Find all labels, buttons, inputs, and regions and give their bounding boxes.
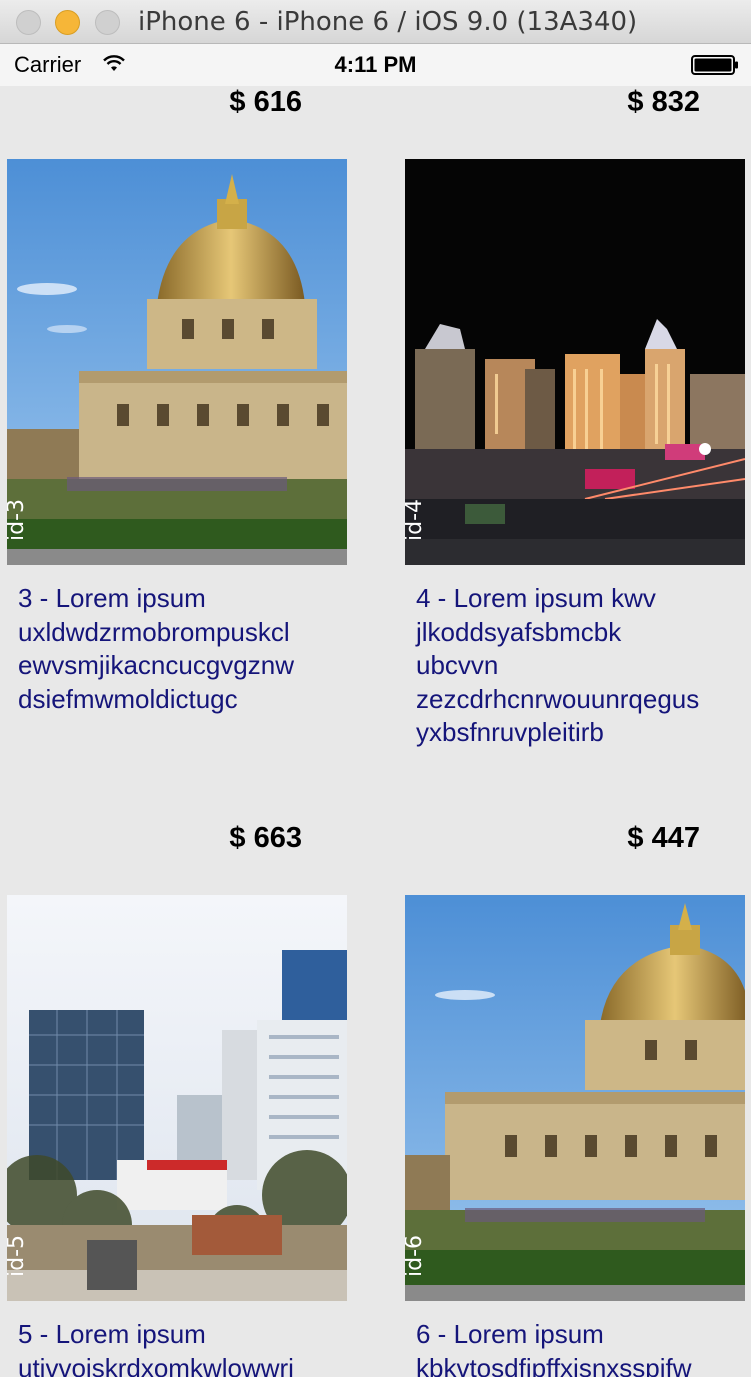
window-title: iPhone 6 - iPhone 6 / iOS 9.0 (13A340) (138, 7, 638, 37)
description-line: ubcvvn (416, 650, 499, 680)
description-line: kbkvtosdfipffxisnxsspifw (416, 1352, 692, 1377)
price-label: $ 616 (229, 86, 302, 118)
product-photo[interactable]: id-4 (405, 159, 745, 565)
dome-building-image (405, 895, 745, 1301)
window-close-button[interactable] (16, 10, 41, 35)
description-line: 6 - Lorem ipsum (416, 1319, 604, 1349)
price-label: $ 832 (627, 86, 700, 118)
night-skyline-image (405, 159, 745, 565)
ios-status-bar: Carrier 4:11 PM (0, 44, 751, 86)
price-label: $ 447 (627, 822, 700, 854)
product-photo[interactable]: id-5 (7, 895, 347, 1301)
description-line: uxldwdzrmobrompuskcl (18, 616, 290, 647)
description-line: utivvoiskrdxomkwlowwri (18, 1352, 294, 1377)
window-minimize-button[interactable] (55, 10, 80, 35)
image-id-label: id-3 (7, 498, 29, 541)
product-description: 3 - Lorem ipsum uxldwdzrmobrompuskcl ewv… (18, 582, 348, 716)
product-description: 6 - Lorem ipsum kbkvtosdfipffxisnxsspifw (416, 1318, 746, 1377)
description-line: 5 - Lorem ipsum (18, 1319, 206, 1349)
image-id-label: id-5 (7, 1234, 29, 1277)
product-card[interactable]: $ 447 id-6 6 - Lorem ipsum kbkvtosdfipff… (405, 822, 750, 1377)
description-line: 4 - Lorem ipsum kwv (416, 583, 656, 613)
simulator-title-bar: iPhone 6 - iPhone 6 / iOS 9.0 (13A340) (0, 0, 751, 44)
office-towers-image (7, 895, 347, 1301)
price-label: $ 663 (229, 822, 302, 854)
product-grid[interactable]: $ 616 id-3 3 - Lorem ipsum uxldwdzrmobro… (0, 86, 751, 1377)
window-zoom-button[interactable] (95, 10, 120, 35)
product-card[interactable]: $ 663 id-5 5 - Lorem ipsum utivvoiskrdxo… (7, 822, 352, 1377)
description-line: ewvsmjikacncucgvgznw (18, 650, 294, 680)
description-line: yxbsfnruvpleitirb (416, 717, 604, 747)
product-description: 5 - Lorem ipsum utivvoiskrdxomkwlowwri (18, 1318, 348, 1377)
product-card[interactable]: $ 832 id-4 4 - Lorem ipsum kwv jlkoddsya… (405, 86, 750, 747)
dome-building-image (7, 159, 347, 565)
description-line: dsiefmwmoldictugc (18, 683, 238, 714)
description-line: zezcdrhcnrwouunrqegus (416, 683, 700, 714)
product-photo[interactable]: id-6 (405, 895, 745, 1301)
status-time: 4:11 PM (334, 52, 417, 77)
description-line: jlkoddsyafsbmcbk (416, 616, 622, 647)
product-photo[interactable]: id-3 (7, 159, 347, 565)
product-card[interactable]: $ 616 id-3 3 - Lorem ipsum uxldwdzrmobro… (7, 86, 352, 726)
image-id-label: id-4 (405, 498, 427, 541)
image-id-label: id-6 (405, 1234, 427, 1277)
battery-icon (691, 55, 738, 75)
product-description: 4 - Lorem ipsum kwv jlkoddsyafsbmcbk ubc… (416, 582, 746, 750)
description-line: 3 - Lorem ipsum (18, 583, 206, 613)
